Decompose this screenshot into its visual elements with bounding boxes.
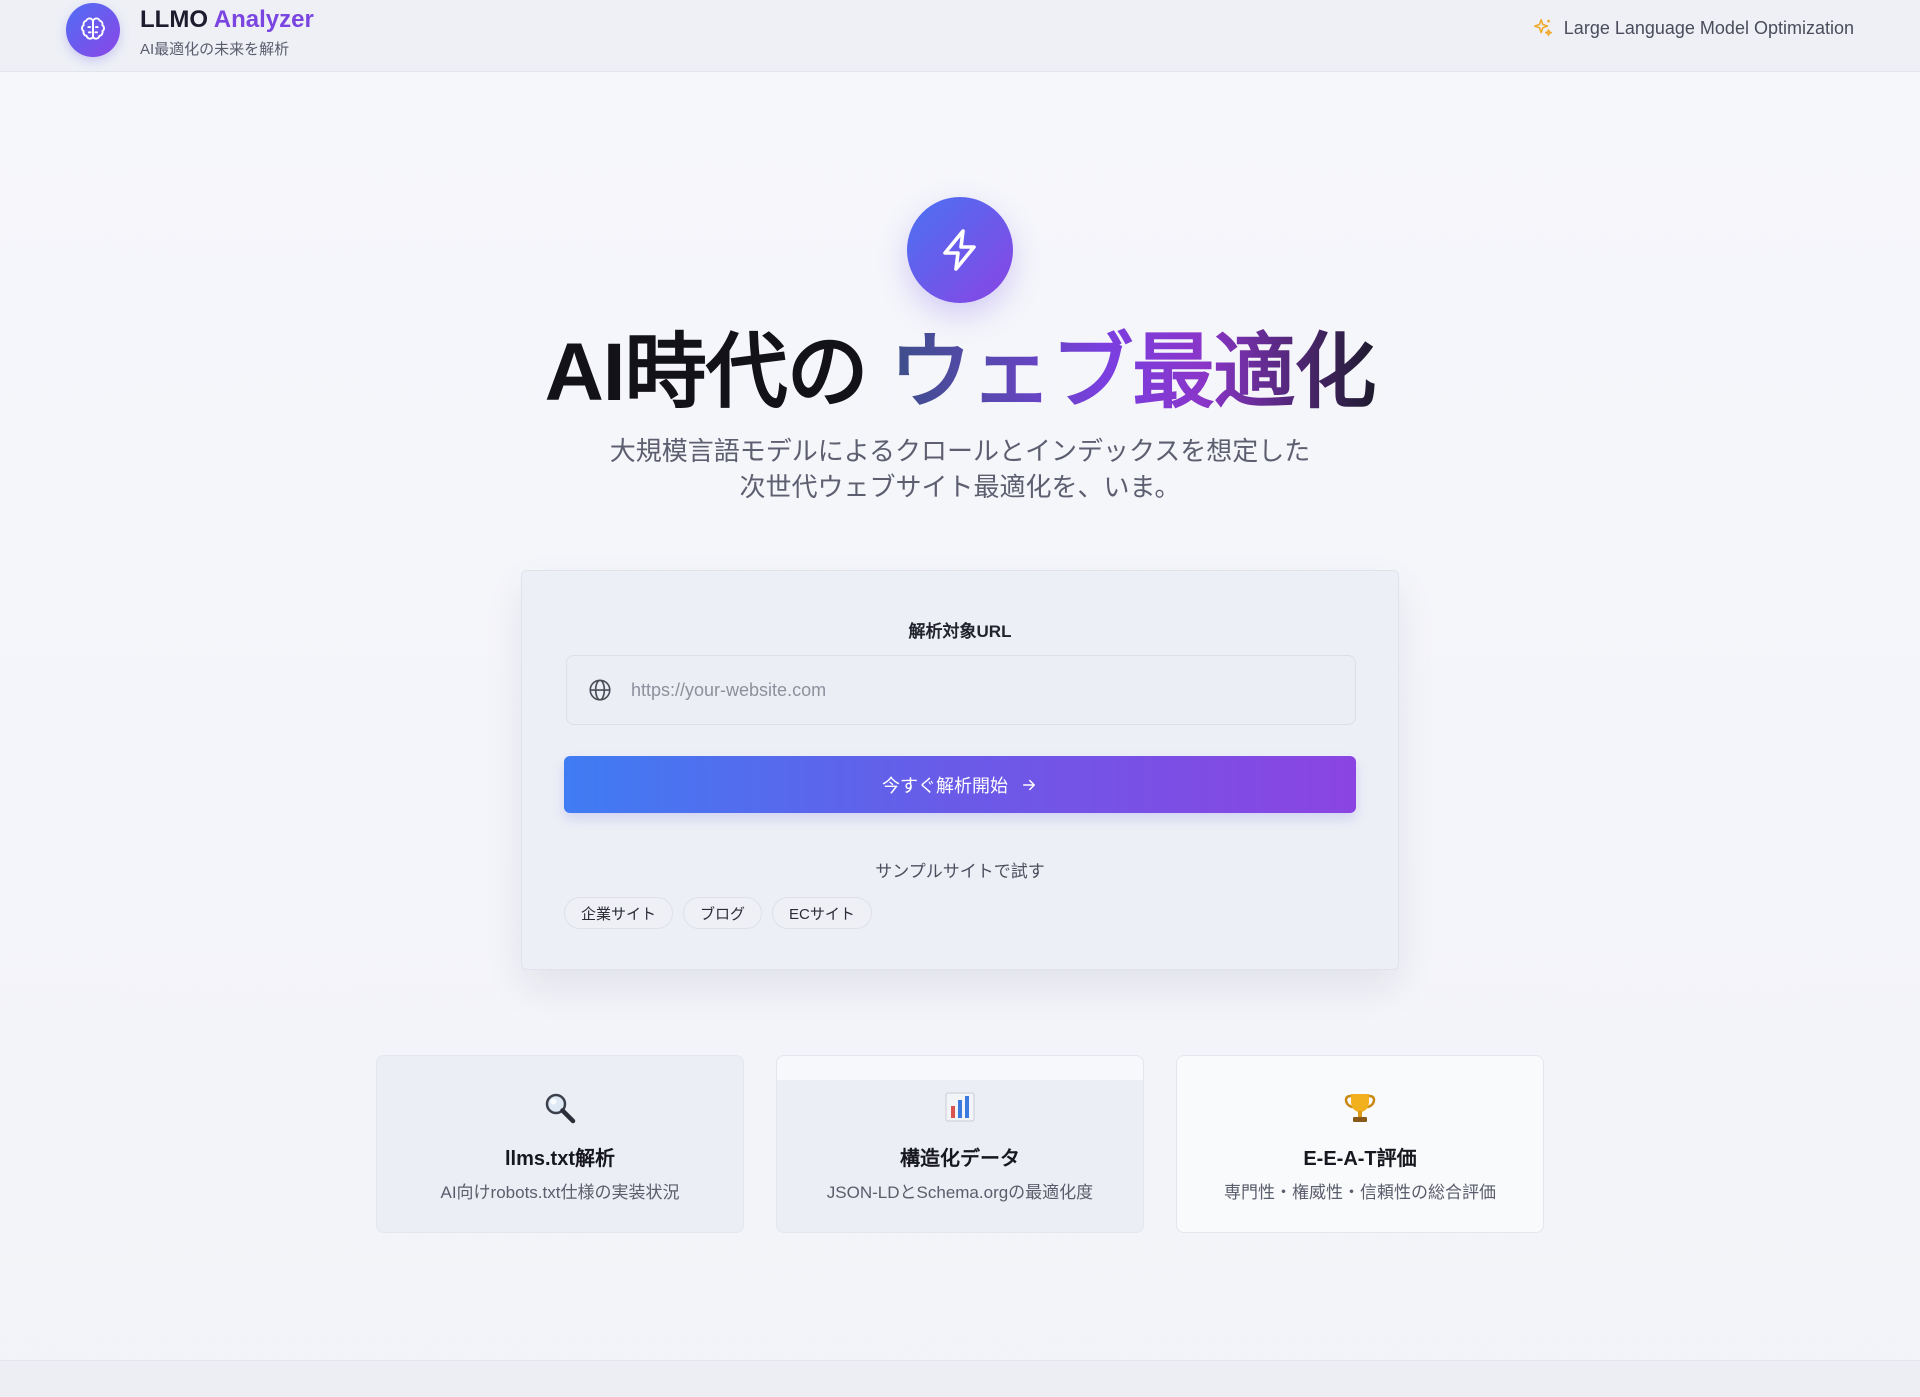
brand-title-prefix: LLMO — [140, 6, 214, 33]
footer-band — [0, 1360, 1920, 1397]
samples-label: サンプルサイトで試す — [875, 862, 1045, 881]
hero-title: AI時代の ウェブ最適化 — [0, 325, 1920, 421]
arrow-right-icon — [1020, 776, 1038, 794]
url-field[interactable] — [566, 655, 1356, 725]
feature-description: 専門性・権威性・信頼性の総合評価 — [1224, 1183, 1496, 1202]
brand-subtitle: AI最適化の未来を解析 — [140, 41, 290, 58]
sparkles-icon — [1532, 17, 1554, 39]
trophy-icon — [1177, 1091, 1543, 1125]
hero-subtitle: 大規模言語モデルによるクロールとインデックスを想定した 次世代ウェブサイト最適化… — [0, 433, 1920, 505]
app-header: LLMO Analyzer AI最適化の未来を解析 Large Language… — [0, 0, 1920, 72]
hero-title-gradient: ウェブ最適化 — [889, 327, 1376, 418]
hero-subtitle-line-1: 大規模言語モデルによるクロールとインデックスを想定した — [609, 436, 1311, 466]
url-field-label: 解析対象URL — [908, 622, 1012, 641]
brand-title[interactable]: LLMO Analyzer — [140, 6, 314, 34]
feature-title: llms.txt解析 — [504, 1148, 616, 1170]
feature-title: E-E-A-T評価 — [1303, 1148, 1417, 1170]
url-input[interactable] — [629, 678, 1333, 702]
feature-card-llms-txt: llms.txt解析 AI向けrobots.txt仕様の実装状況 — [376, 1055, 744, 1233]
brand-title-accent: Analyzer — [213, 6, 314, 33]
sample-chip-ec[interactable]: ECサイト — [772, 897, 872, 929]
bar-chart-icon — [777, 1091, 1143, 1123]
globe-icon — [587, 677, 613, 703]
feature-card-structured-data: 構造化データ JSON-LDとSchema.orgの最適化度 — [776, 1055, 1144, 1233]
feature-description: AI向けrobots.txt仕様の実装状況 — [440, 1183, 680, 1202]
sample-chip-blog[interactable]: ブログ — [683, 897, 763, 929]
sample-chip-corporate[interactable]: 企業サイト — [564, 897, 674, 929]
hero-title-plain: AI時代の — [544, 327, 890, 418]
analysis-form-card: 解析対象URL 今すぐ解析開始 サンプルサイトで試す 企業サイト ブログ ECサ… — [521, 570, 1399, 970]
feature-title: 構造化データ — [900, 1148, 1020, 1170]
lightning-icon — [907, 197, 1013, 303]
hero-subtitle-line-2: 次世代ウェブサイト最適化を、いま。 — [739, 472, 1181, 502]
feature-description: JSON-LDとSchema.orgの最適化度 — [826, 1183, 1094, 1202]
brain-icon[interactable] — [66, 3, 120, 57]
header-tagline: Large Language Model Optimization — [1532, 17, 1854, 39]
sample-chips: 企業サイト ブログ ECサイト — [564, 897, 872, 929]
feature-card-eeat: E-E-A-T評価 専門性・権威性・信頼性の総合評価 — [1176, 1055, 1544, 1233]
header-tagline-text: Large Language Model Optimization — [1563, 17, 1854, 38]
start-analysis-button[interactable]: 今すぐ解析開始 — [564, 756, 1356, 813]
start-analysis-label: 今すぐ解析開始 — [882, 775, 1008, 796]
magnifier-icon — [377, 1091, 743, 1125]
